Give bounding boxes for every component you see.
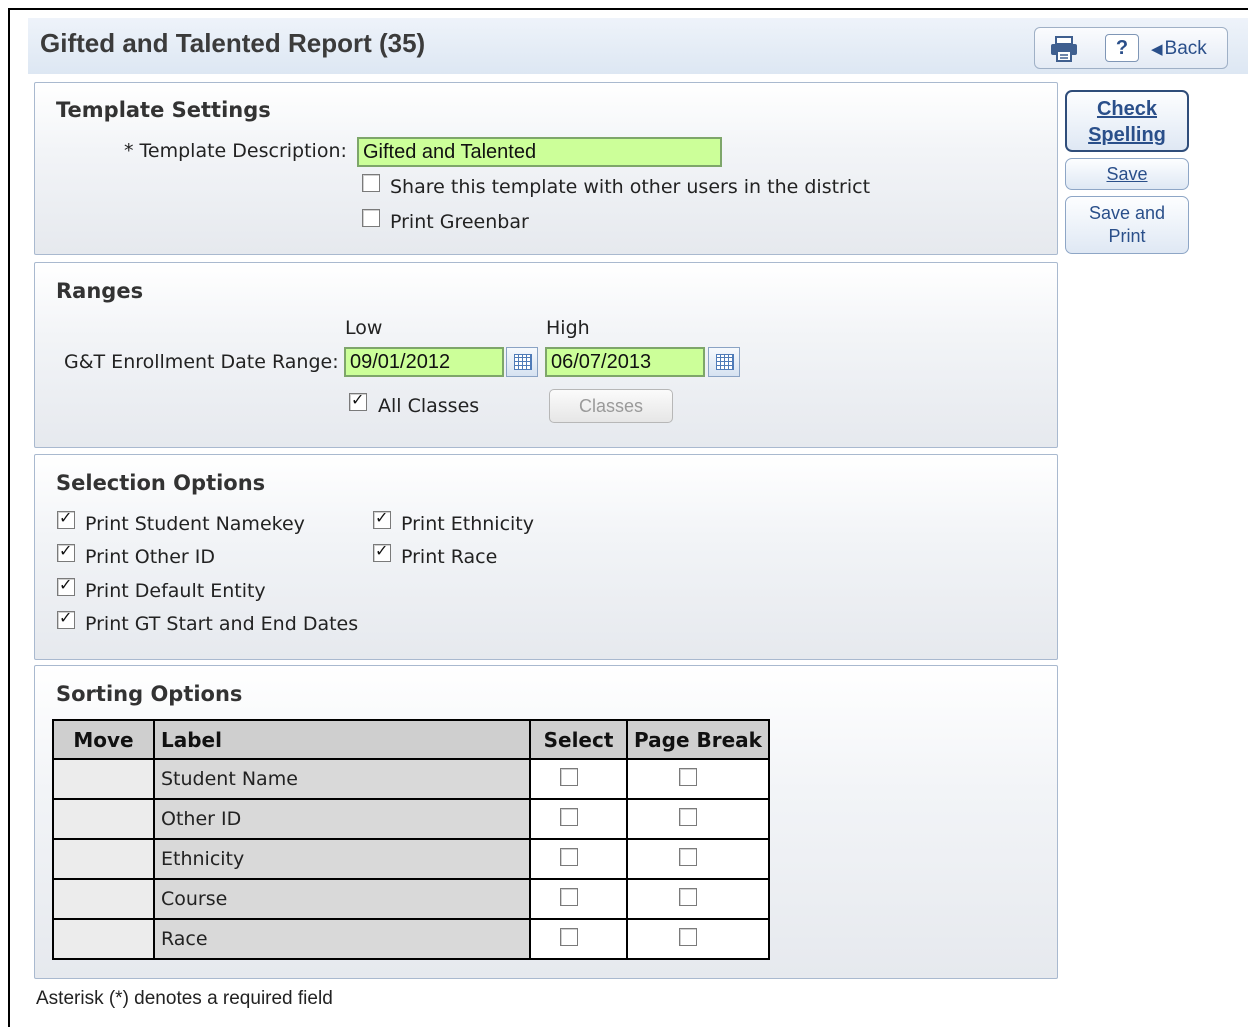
page-break-checkbox[interactable] xyxy=(679,768,697,786)
move-cell[interactable] xyxy=(52,878,155,920)
table-row: Other ID xyxy=(52,798,770,840)
help-button[interactable]: ? xyxy=(1105,34,1139,62)
select-checkbox[interactable] xyxy=(559,848,578,866)
back-button[interactable]: ◀ Back xyxy=(1151,36,1207,62)
print-other-id-checkbox[interactable] xyxy=(57,541,75,562)
template-settings-title: Template Settings xyxy=(56,98,271,122)
page-break-cell xyxy=(626,798,770,840)
table-row: Student Name xyxy=(52,758,770,800)
select-cell xyxy=(529,878,628,920)
page-break-checkbox[interactable] xyxy=(679,848,697,866)
sorting-options-table: Move Label Select Page Break Student Nam… xyxy=(52,719,770,960)
check-spelling-label-line1: Check xyxy=(1096,98,1158,120)
label-cell: Race xyxy=(153,918,531,960)
print-race-label: Print Race xyxy=(401,546,498,568)
save-and-print-label-line1: Save and xyxy=(1088,203,1166,223)
table-row: Race xyxy=(52,918,770,960)
print-default-entity-label: Print Default Entity xyxy=(85,580,266,602)
select-cell xyxy=(529,758,628,800)
table-row: Course xyxy=(52,878,770,920)
select-checkbox[interactable] xyxy=(559,888,578,906)
template-description-input[interactable]: Gifted and Talented xyxy=(357,137,722,167)
all-classes-checkbox[interactable] xyxy=(349,390,367,411)
label-cell: Ethnicity xyxy=(153,838,531,880)
label-cell: Student Name xyxy=(153,758,531,800)
select-checkbox[interactable] xyxy=(559,808,578,826)
low-column-label: Low xyxy=(345,317,383,339)
low-date-calendar-button[interactable] xyxy=(506,347,538,377)
table-header-row: Move Label Select Page Break xyxy=(52,719,770,760)
save-button[interactable]: Save xyxy=(1065,158,1189,190)
select-checkbox[interactable] xyxy=(559,768,578,786)
calendar-icon xyxy=(716,354,734,370)
column-header-select: Select xyxy=(529,719,628,760)
print-ethnicity-label: Print Ethnicity xyxy=(401,513,534,535)
required-field-footnote: Asterisk (*) denotes a required field xyxy=(36,988,333,1009)
back-arrow-icon: ◀ xyxy=(1151,41,1163,58)
table-row: Ethnicity xyxy=(52,838,770,880)
template-description-label: * Template Description: xyxy=(124,140,347,162)
print-greenbar-checkbox[interactable] xyxy=(362,209,380,227)
print-icon[interactable] xyxy=(1049,36,1079,62)
label-cell: Course xyxy=(153,878,531,920)
ranges-title: Ranges xyxy=(56,279,144,303)
template-settings-panel: Template Settings xyxy=(34,82,1058,255)
sorting-options-title: Sorting Options xyxy=(56,682,243,706)
page-break-checkbox[interactable] xyxy=(679,928,697,946)
select-cell xyxy=(529,798,628,840)
select-cell xyxy=(529,838,628,880)
calendar-icon xyxy=(514,354,532,370)
low-date-input[interactable]: 09/01/2012 xyxy=(344,347,504,377)
high-date-calendar-button[interactable] xyxy=(708,347,740,377)
label-cell: Other ID xyxy=(153,798,531,840)
move-cell[interactable] xyxy=(52,798,155,840)
all-classes-label: All Classes xyxy=(378,395,480,417)
move-cell[interactable] xyxy=(52,918,155,960)
page-break-checkbox[interactable] xyxy=(679,888,697,906)
page-break-cell xyxy=(626,918,770,960)
print-greenbar-label: Print Greenbar xyxy=(390,211,529,233)
print-other-id-label: Print Other ID xyxy=(85,546,215,568)
header-toolbar: ? ◀ Back xyxy=(1034,27,1228,69)
save-and-print-button[interactable]: Save and Print xyxy=(1065,196,1189,254)
print-ethnicity-checkbox[interactable] xyxy=(373,508,391,529)
print-race-checkbox[interactable] xyxy=(373,541,391,562)
page-break-cell xyxy=(626,758,770,800)
print-gt-dates-label: Print GT Start and End Dates xyxy=(85,613,359,635)
print-student-namekey-checkbox[interactable] xyxy=(57,508,75,529)
selection-options-title: Selection Options xyxy=(56,471,266,495)
column-header-label: Label xyxy=(153,719,531,760)
page-break-cell xyxy=(626,878,770,920)
high-date-input[interactable]: 06/07/2013 xyxy=(545,347,705,377)
move-cell[interactable] xyxy=(52,758,155,800)
move-cell[interactable] xyxy=(52,838,155,880)
print-gt-dates-checkbox[interactable] xyxy=(57,608,75,629)
print-default-entity-checkbox[interactable] xyxy=(57,575,75,596)
column-header-move: Move xyxy=(52,719,155,760)
date-range-label: G&T Enrollment Date Range: xyxy=(64,351,339,373)
print-student-namekey-label: Print Student Namekey xyxy=(85,513,305,535)
select-checkbox[interactable] xyxy=(559,928,578,946)
save-and-print-label-line2: Print xyxy=(1108,226,1146,246)
back-button-label: Back xyxy=(1164,38,1207,59)
classes-button[interactable]: Classes xyxy=(549,389,673,423)
page-title: Gifted and Talented Report (35) xyxy=(40,28,426,58)
share-template-checkbox[interactable] xyxy=(362,174,380,192)
share-template-label: Share this template with other users in … xyxy=(390,176,871,198)
select-cell xyxy=(529,918,628,960)
save-button-label: Save xyxy=(1106,164,1148,184)
column-header-page-break: Page Break xyxy=(626,719,770,760)
page-break-cell xyxy=(626,838,770,880)
check-spelling-label-line2: Spelling xyxy=(1088,124,1166,146)
check-spelling-button[interactable]: Check Spelling xyxy=(1065,90,1189,152)
high-column-label: High xyxy=(546,317,590,339)
page-break-checkbox[interactable] xyxy=(679,808,697,826)
